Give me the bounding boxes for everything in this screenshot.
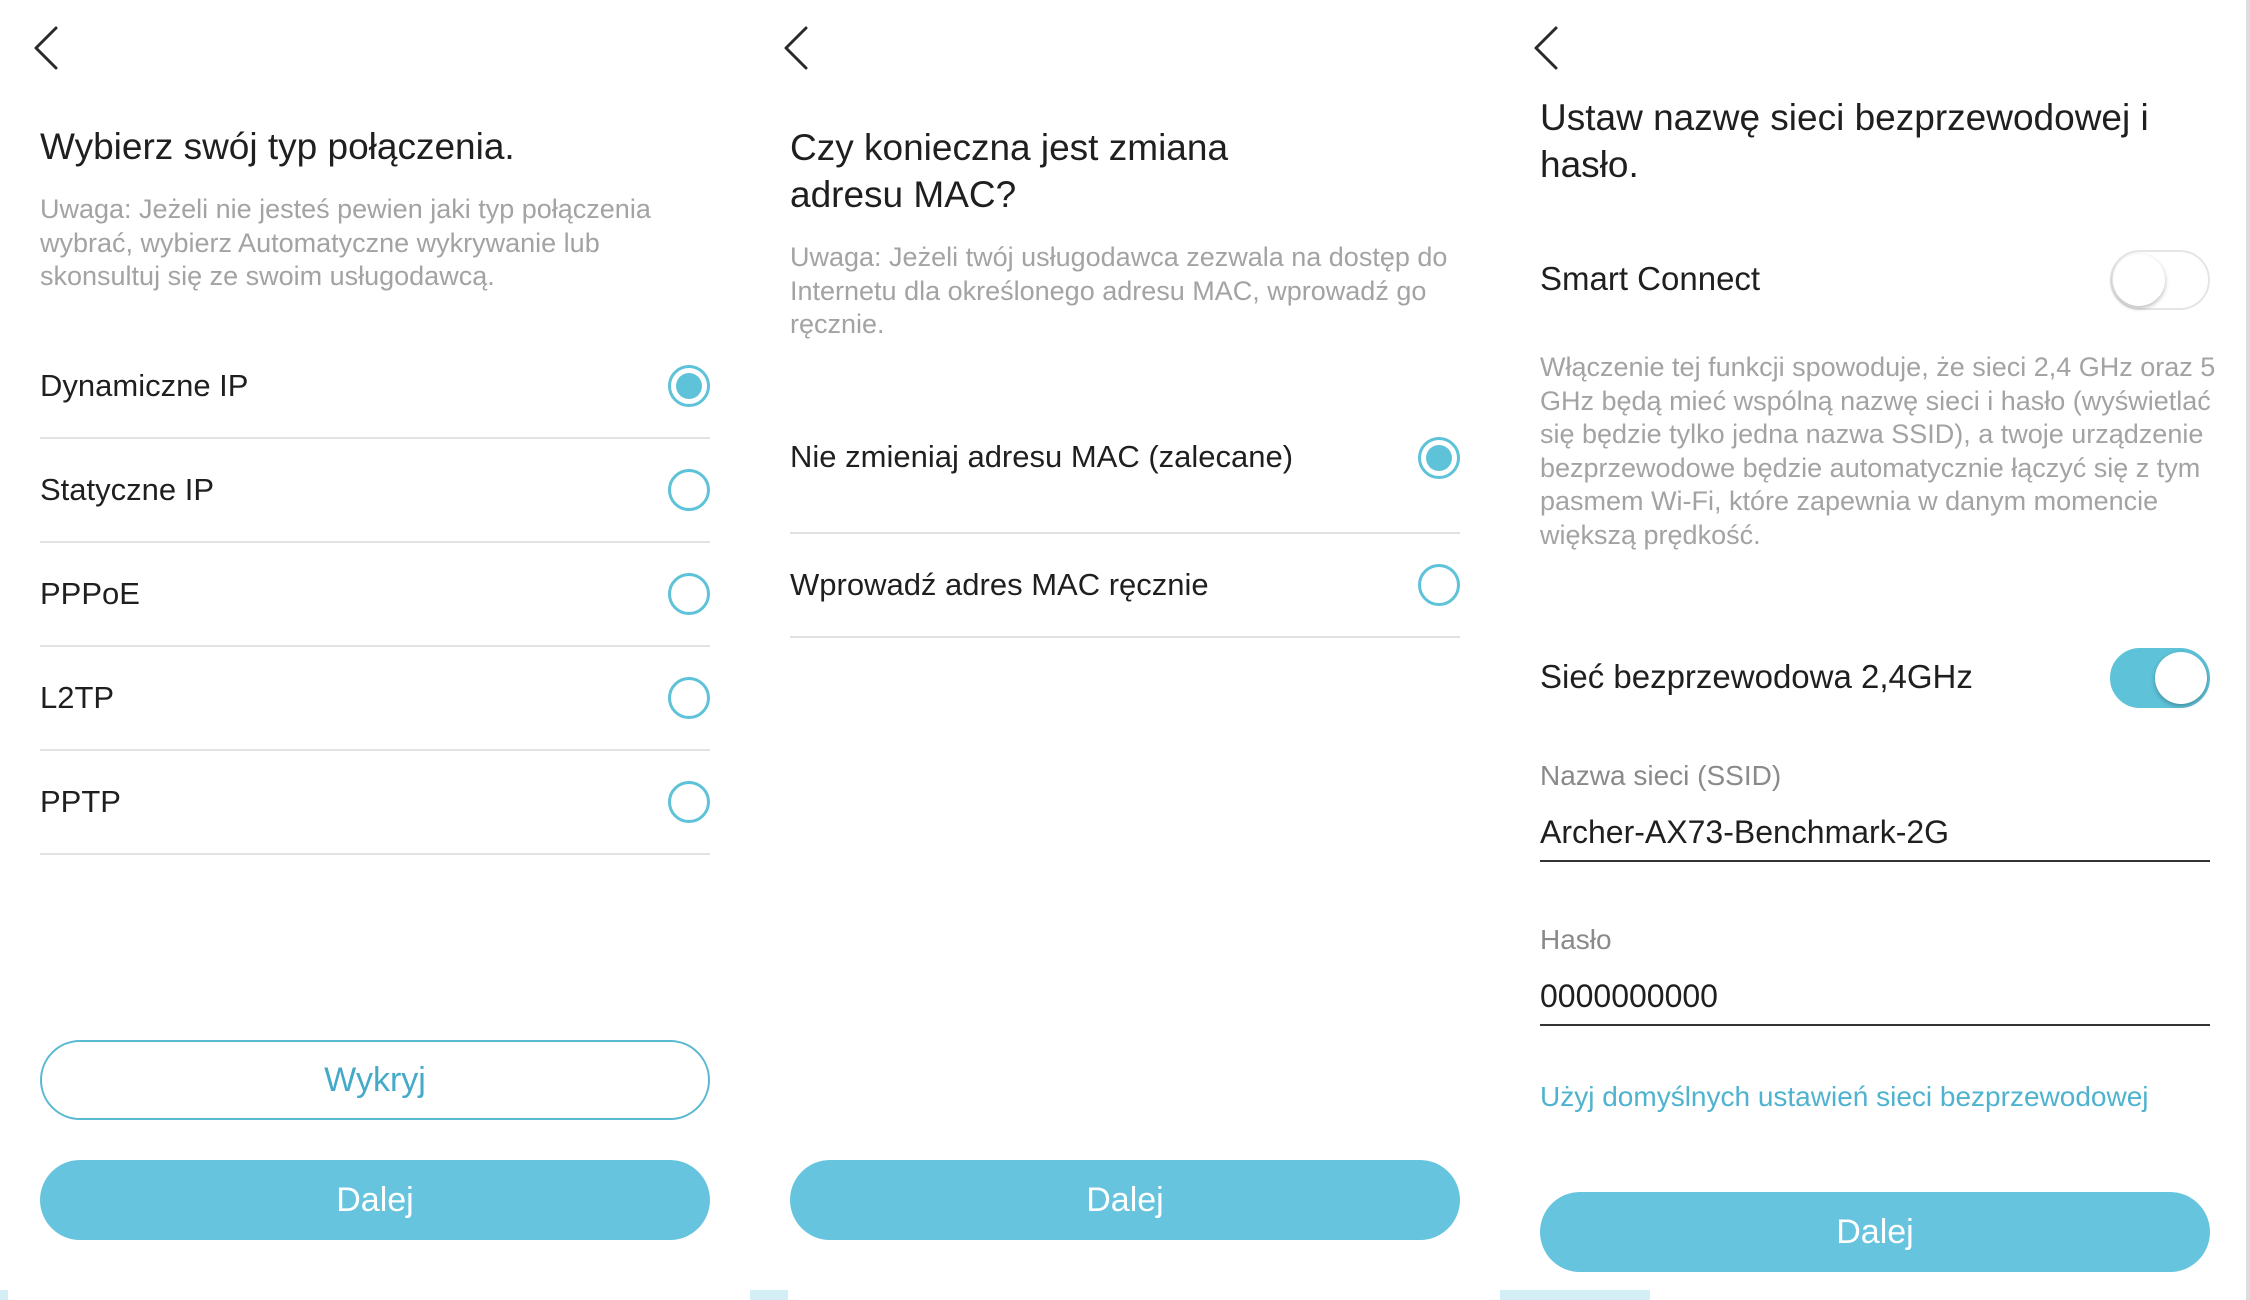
option-dynamic-ip[interactable]: Dynamiczne IP <box>40 335 710 439</box>
chevron-left-icon <box>1534 26 1558 70</box>
option-keep-mac[interactable]: Nie zmieniaj adresu MAC (zalecane) <box>790 405 1460 534</box>
chevron-left-icon <box>34 26 58 70</box>
back-button[interactable] <box>32 20 66 76</box>
progress-indicator <box>0 1290 8 1300</box>
radio-button-selected[interactable] <box>668 365 710 407</box>
toggle-knob <box>2155 652 2207 704</box>
next-button[interactable]: Dalej <box>40 1160 710 1240</box>
ssid-label: Nazwa sieci (SSID) <box>1540 760 1782 791</box>
band-24ghz-toggle[interactable] <box>2110 648 2210 708</box>
option-pppoe[interactable]: PPPoE <box>40 543 710 647</box>
chevron-left-icon <box>784 26 808 70</box>
progress-indicator <box>750 1290 788 1300</box>
password-input[interactable]: 0000000000 <box>1540 972 2210 1026</box>
radio-button[interactable] <box>668 469 710 511</box>
detect-button[interactable]: Wykryj <box>40 1040 710 1120</box>
option-label: PPPoE <box>40 576 140 611</box>
page-title: Wybierz swój typ połączenia. <box>40 126 515 167</box>
option-pptp[interactable]: PPTP <box>40 751 710 855</box>
mac-address-screen: Czy konieczna jest zmiana adresu MAC? Uw… <box>750 0 1500 1300</box>
band-24ghz-label: Sieć bezprzewodowa 2,4GHz <box>1540 658 1973 695</box>
setup-wizard-screens: Wybierz swój typ połączenia. Uwaga: Jeże… <box>0 0 2250 1300</box>
smart-connect-label: Smart Connect <box>1540 260 1761 297</box>
radio-button-selected[interactable] <box>1418 437 1460 479</box>
back-button[interactable] <box>1532 20 1566 76</box>
option-label: Wprowadź adres MAC ręcznie <box>790 567 1209 602</box>
next-button[interactable]: Dalej <box>790 1160 1460 1240</box>
page-title: Ustaw nazwę sieci bezprzewodowej i hasło… <box>1540 97 2149 185</box>
option-label: L2TP <box>40 680 115 715</box>
back-button[interactable] <box>782 20 816 76</box>
option-l2tp[interactable]: L2TP <box>40 647 710 751</box>
option-label: Nie zmieniaj adresu MAC (zalecane) <box>790 439 1294 474</box>
option-label: Statyczne IP <box>40 472 215 507</box>
hint-text: Uwaga: Jeżeli nie jesteś pewien jaki typ… <box>40 194 651 291</box>
next-button[interactable]: Dalej <box>1540 1192 2210 1272</box>
progress-indicator <box>1500 1290 1650 1300</box>
hint-text: Uwaga: Jeżeli twój usługodawca zezwala n… <box>790 242 1448 339</box>
smart-connect-description: Włączenie tej funkcji spowoduje, że siec… <box>1540 352 2216 550</box>
option-manual-mac[interactable]: Wprowadź adres MAC ręcznie <box>790 534 1460 638</box>
scrollbar[interactable] <box>2246 0 2250 1300</box>
ssid-input[interactable]: Archer-AX73-Benchmark-2G <box>1540 808 2210 862</box>
radio-button[interactable] <box>1418 564 1460 606</box>
radio-button[interactable] <box>668 781 710 823</box>
option-static-ip[interactable]: Statyczne IP <box>40 439 710 543</box>
wireless-settings-screen: Ustaw nazwę sieci bezprzewodowej i hasło… <box>1500 0 2246 1300</box>
password-label: Hasło <box>1540 924 1612 955</box>
connection-type-screen: Wybierz swój typ połączenia. Uwaga: Jeże… <box>0 0 750 1300</box>
use-default-settings-link[interactable]: Użyj domyślnych ustawień sieci bezprzewo… <box>1540 1081 2148 1113</box>
smart-connect-toggle[interactable] <box>2110 250 2210 310</box>
radio-button[interactable] <box>668 573 710 615</box>
option-label: PPTP <box>40 784 121 819</box>
radio-button[interactable] <box>668 677 710 719</box>
page-title: Czy konieczna jest zmiana adresu MAC? <box>790 127 1229 215</box>
option-label: Dynamiczne IP <box>40 368 249 403</box>
toggle-knob <box>2113 254 2165 306</box>
